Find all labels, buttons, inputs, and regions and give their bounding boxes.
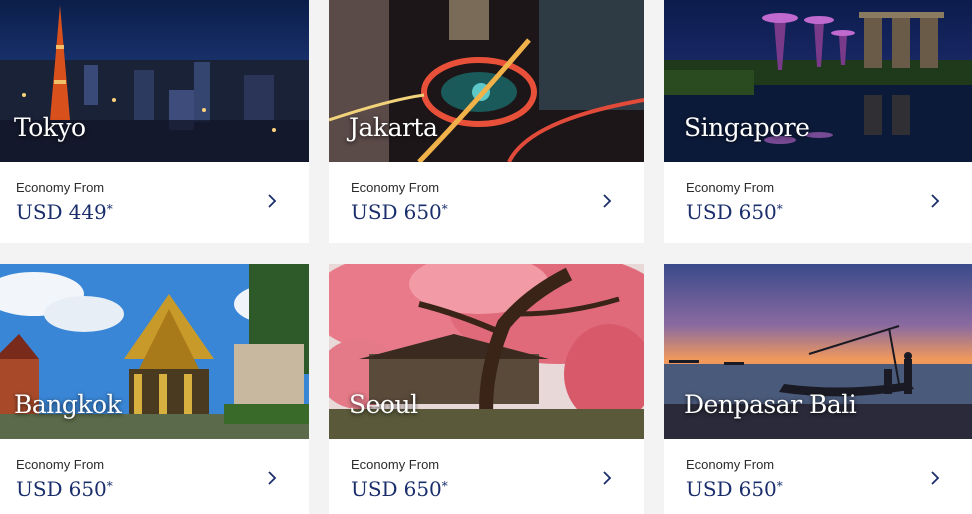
price-note: * <box>776 202 783 216</box>
city-name: Singapore <box>684 113 810 142</box>
destination-photo-jakarta: Jakarta <box>329 0 644 162</box>
amount: 650 <box>403 477 442 501</box>
destination-card-seoul[interactable]: Seoul Economy From USD 650* <box>329 264 644 514</box>
fare-price: USD 650* <box>686 477 783 501</box>
destination-photo-tokyo: Tokyo <box>0 0 309 162</box>
city-name: Tokyo <box>14 113 86 142</box>
destination-photo-singapore: Singapore <box>664 0 972 162</box>
fare-label: Economy From <box>351 180 440 195</box>
fare-label: Economy From <box>686 180 775 195</box>
destination-photo-denpasar-bali: Denpasar Bali <box>664 264 972 439</box>
chevron-right-icon[interactable] <box>263 469 281 487</box>
fare-label: Economy From <box>16 180 105 195</box>
destination-photo-seoul: Seoul <box>329 264 644 439</box>
destination-card-jakarta[interactable]: Jakarta Economy From USD 650* <box>329 0 644 243</box>
price-note: * <box>106 202 113 216</box>
fare-info: Economy From USD 650* <box>329 162 644 242</box>
fare-label: Economy From <box>686 457 775 472</box>
amount: 449 <box>68 200 107 224</box>
fare-info: Economy From USD 650* <box>0 439 309 514</box>
fare-price: USD 650* <box>351 477 448 501</box>
city-name: Bangkok <box>14 390 122 419</box>
currency: USD <box>351 477 398 501</box>
destination-card-singapore[interactable]: Singapore Economy From USD 650* <box>664 0 972 243</box>
currency: USD <box>351 200 398 224</box>
fare-info: Economy From USD 650* <box>329 439 644 514</box>
amount: 650 <box>403 200 442 224</box>
destination-card-bangkok[interactable]: Bangkok Economy From USD 650* <box>0 264 309 514</box>
destination-card-denpasar-bali[interactable]: Denpasar Bali Economy From USD 650* <box>664 264 972 514</box>
chevron-right-icon[interactable] <box>598 469 616 487</box>
price-note: * <box>441 202 448 216</box>
price-note: * <box>776 479 783 493</box>
city-name: Denpasar Bali <box>684 390 857 419</box>
fare-label: Economy From <box>351 457 440 472</box>
amount: 650 <box>738 200 777 224</box>
destination-grid: Tokyo Economy From USD 449* Jakarta Econ… <box>0 0 972 514</box>
fare-info: Economy From USD 650* <box>664 439 972 514</box>
fare-price: USD 650* <box>686 200 783 224</box>
amount: 650 <box>68 477 107 501</box>
city-name: Jakarta <box>349 113 438 142</box>
fare-info: Economy From USD 650* <box>664 162 972 242</box>
fare-info: Economy From USD 449* <box>0 162 309 242</box>
destination-photo-bangkok: Bangkok <box>0 264 309 439</box>
currency: USD <box>686 477 733 501</box>
currency: USD <box>686 200 733 224</box>
currency: USD <box>16 477 63 501</box>
price-note: * <box>106 479 113 493</box>
fare-price: USD 650* <box>351 200 448 224</box>
fare-label: Economy From <box>16 457 105 472</box>
amount: 650 <box>738 477 777 501</box>
fare-price: USD 449* <box>16 200 113 224</box>
chevron-right-icon[interactable] <box>263 192 281 210</box>
chevron-right-icon[interactable] <box>926 469 944 487</box>
chevron-right-icon[interactable] <box>926 192 944 210</box>
price-note: * <box>441 479 448 493</box>
fare-price: USD 650* <box>16 477 113 501</box>
chevron-right-icon[interactable] <box>598 192 616 210</box>
currency: USD <box>16 200 63 224</box>
destination-card-tokyo[interactable]: Tokyo Economy From USD 449* <box>0 0 309 243</box>
city-name: Seoul <box>349 390 418 419</box>
